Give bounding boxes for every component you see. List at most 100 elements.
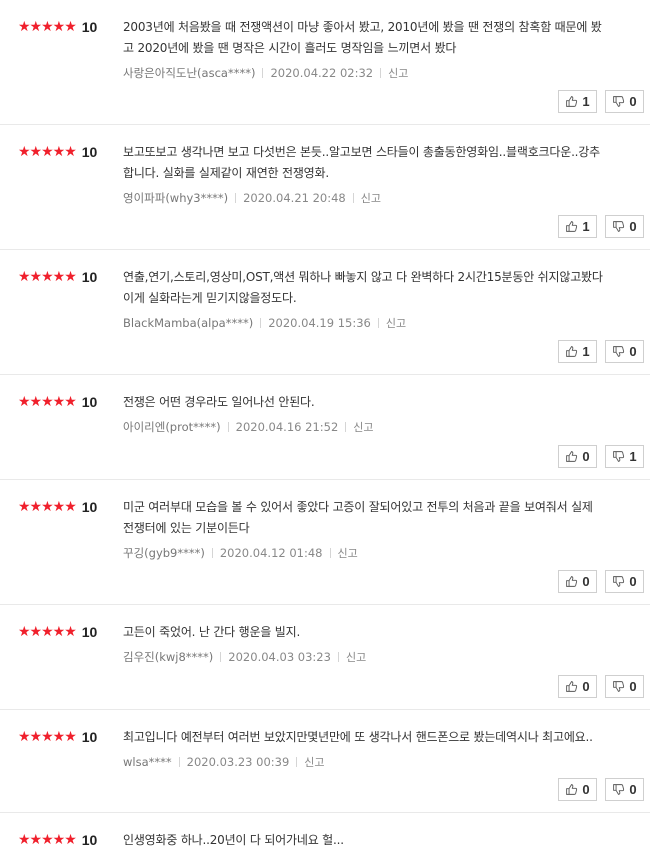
thumbs-down-icon	[613, 451, 625, 462]
like-count: 0	[582, 574, 590, 589]
dislike-button[interactable]: 0	[605, 778, 644, 801]
divider	[296, 757, 298, 767]
like-button[interactable]: 0	[558, 445, 597, 468]
review-author[interactable]: wlsa****	[123, 755, 172, 769]
dislike-button[interactable]: 0	[605, 90, 644, 113]
dislike-button[interactable]: 0	[605, 570, 644, 593]
review-author[interactable]: 사랑은아직도난(asca****)	[123, 65, 255, 81]
like-count: 0	[582, 679, 590, 694]
thumbs-up-icon	[566, 346, 578, 357]
rating: ★★★★★ 10	[18, 623, 97, 641]
review-text: 전쟁은 어떤 경우라도 일어나선 안된다.	[123, 395, 315, 409]
divider	[380, 68, 382, 78]
rating: ★★★★★ 10	[18, 498, 97, 516]
like-count: 0	[582, 782, 590, 797]
review-author[interactable]: 김우진(kwj8****)	[123, 649, 213, 665]
like-button[interactable]: 1	[558, 215, 597, 238]
like-button[interactable]: 0	[558, 675, 597, 698]
like-button[interactable]: 0	[558, 570, 597, 593]
like-count: 1	[582, 344, 590, 359]
divider	[262, 68, 264, 78]
dislike-button[interactable]: 0	[605, 675, 644, 698]
like-count: 0	[582, 449, 590, 464]
star-rating-icon: ★★★★★	[18, 394, 77, 410]
thumbs-down-icon	[613, 221, 625, 232]
score-value: 10	[81, 832, 98, 848]
rating: ★★★★★ 10	[18, 143, 97, 161]
like-button[interactable]: 1	[558, 340, 597, 363]
review-item: ★★★★★ 10 미군 여러부대 모습을 볼 수 있어서 좋았다 고증이 잘되어…	[0, 480, 650, 605]
review-text: 보고또보고 생각나면 보고 다섯번은 본듯..알고보면 스타들이 총출동한영화임…	[123, 145, 600, 180]
score-value: 10	[81, 624, 98, 640]
thumbs-down-icon	[613, 576, 625, 587]
report-link[interactable]: 신고	[353, 419, 373, 435]
divider	[211, 548, 213, 558]
vote-buttons: 0 0	[550, 778, 644, 801]
star-rating-icon: ★★★★★	[18, 19, 77, 35]
divider	[235, 193, 237, 203]
report-link[interactable]: 신고	[388, 65, 408, 81]
rating: ★★★★★ 10	[18, 268, 97, 286]
score-value: 10	[81, 144, 98, 160]
star-rating-icon: ★★★★★	[18, 499, 77, 515]
score-value: 10	[81, 729, 98, 745]
divider	[220, 652, 222, 662]
vote-buttons: 0 0	[550, 675, 644, 698]
like-count: 1	[582, 94, 590, 109]
review-date: 2020.04.22 02:32	[270, 66, 374, 80]
thumbs-up-icon	[566, 576, 578, 587]
dislike-count: 0	[629, 782, 637, 797]
review-meta: 꾸깅(gyb9****) 2020.04.12 01:48 신고	[123, 545, 358, 561]
thumbs-down-icon	[613, 346, 625, 357]
star-rating-icon: ★★★★★	[18, 144, 77, 160]
dislike-count: 0	[629, 344, 637, 359]
dislike-button[interactable]: 0	[605, 215, 644, 238]
divider	[352, 193, 354, 203]
report-link[interactable]: 신고	[304, 754, 324, 770]
review-text: 최고입니다 예전부터 여러번 보았지만몇년만에 또 생각나서 핸드폰으로 봤는데…	[123, 730, 593, 744]
review-meta: 사랑은아직도난(asca****) 2020.04.22 02:32 신고	[123, 65, 408, 81]
review-date: 2020.04.03 03:23	[228, 650, 331, 664]
review-date: 2020.04.19 15:36	[268, 316, 371, 330]
review-item: ★★★★★ 10 전쟁은 어떤 경우라도 일어나선 안된다. 아이리엔(prot…	[0, 375, 650, 480]
vote-buttons: 1 0	[550, 340, 644, 363]
review-author[interactable]: BlackMamba(alpa****)	[123, 316, 253, 330]
thumbs-up-icon	[566, 784, 578, 795]
thumbs-up-icon	[566, 681, 578, 692]
review-author[interactable]: 아이리엔(prot****)	[123, 419, 221, 435]
vote-buttons: 1 0	[550, 90, 644, 113]
thumbs-down-icon	[613, 96, 625, 107]
review-item: ★★★★★ 10 보고또보고 생각나면 보고 다섯번은 본듯..알고보면 스타들…	[0, 125, 650, 250]
review-meta: wlsa**** 2020.03.23 00:39 신고	[123, 754, 325, 770]
review-author[interactable]: 꾸깅(gyb9****)	[123, 545, 205, 561]
dislike-button[interactable]: 1	[605, 445, 644, 468]
review-meta: 김우진(kwj8****) 2020.04.03 03:23 신고	[123, 649, 366, 665]
report-link[interactable]: 신고	[346, 649, 366, 665]
dislike-count: 0	[629, 574, 637, 589]
thumbs-up-icon	[566, 221, 578, 232]
thumbs-up-icon	[566, 451, 578, 462]
divider	[227, 422, 229, 432]
rating: ★★★★★ 10	[18, 831, 97, 849]
like-button[interactable]: 1	[558, 90, 597, 113]
review-date: 2020.04.16 21:52	[235, 420, 339, 434]
review-meta: 아이리엔(prot****) 2020.04.16 21:52 신고	[123, 419, 374, 435]
review-item: ★★★★★ 10 연출,연기,스토리,영상미,OST,액션 뭐하나 빠놓지 않고…	[0, 250, 650, 375]
review-list: ★★★★★ 10 2003년에 처음봤을 때 전쟁액션이 마냥 좋아서 봤고, …	[0, 0, 650, 853]
dislike-button[interactable]: 0	[605, 340, 644, 363]
review-meta: BlackMamba(alpa****) 2020.04.19 15:36 신고	[123, 315, 406, 331]
review-date: 2020.03.23 00:39	[186, 755, 290, 769]
score-value: 10	[81, 19, 98, 35]
rating: ★★★★★ 10	[18, 18, 97, 36]
vote-buttons: 1 0	[550, 215, 644, 238]
like-button[interactable]: 0	[558, 778, 597, 801]
review-text: 연출,연기,스토리,영상미,OST,액션 뭐하나 빠놓지 않고 다 완벽하다 2…	[123, 270, 603, 305]
report-link[interactable]: 신고	[338, 545, 358, 561]
report-link[interactable]: 신고	[386, 315, 406, 331]
score-value: 10	[81, 499, 98, 515]
dislike-count: 0	[629, 679, 637, 694]
review-text: 고든이 죽었어. 난 간다 행운을 빌지.	[123, 625, 301, 639]
review-date: 2020.04.21 20:48	[243, 191, 346, 205]
review-author[interactable]: 영이파파(why3****)	[123, 190, 228, 206]
report-link[interactable]: 신고	[361, 190, 381, 206]
